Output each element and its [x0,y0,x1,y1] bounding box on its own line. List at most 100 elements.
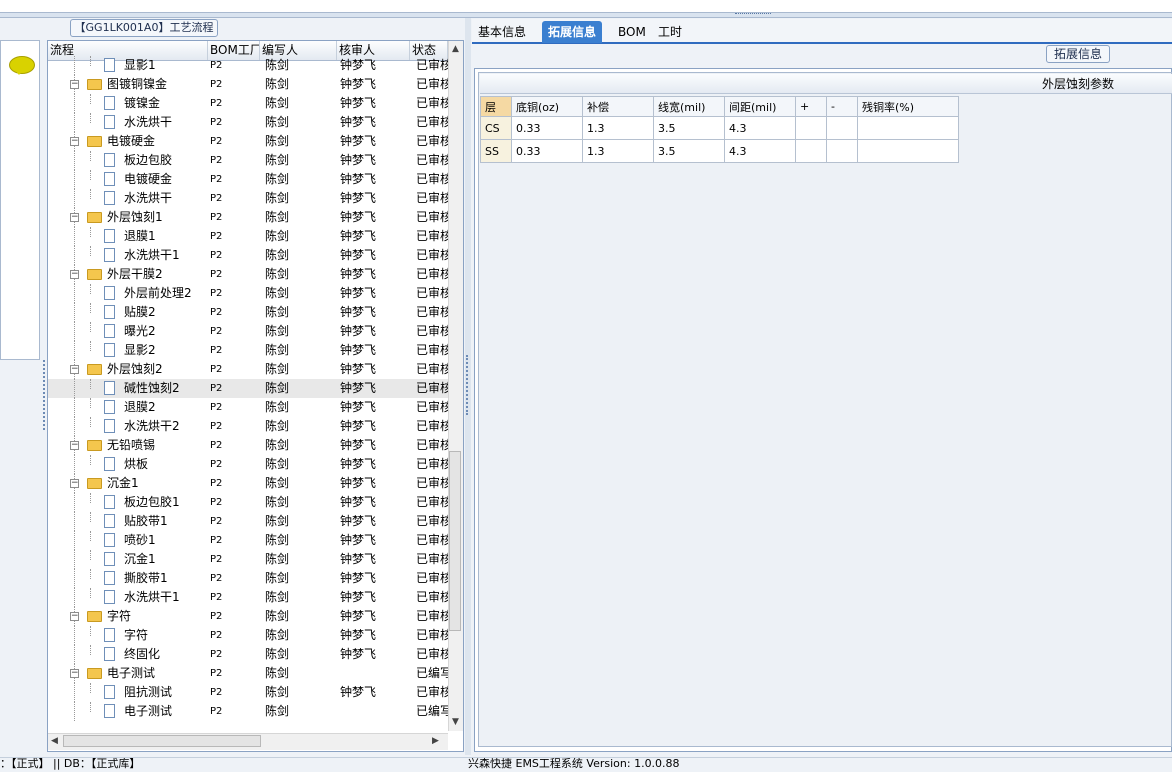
etch-col-header[interactable]: + [795,96,827,117]
tab-basic-info[interactable]: 基本信息 [472,21,532,43]
tree-row[interactable]: 水洗烘干2 P2 陈剑 钟梦飞 已审核 [48,417,448,436]
etch-value-cell[interactable]: 1.3 [582,139,654,163]
etch-value-cell[interactable] [857,116,959,140]
etch-col-header[interactable]: 线宽(mil) [653,96,725,117]
writer-cell: 陈剑 [265,248,290,262]
etch-col-header[interactable]: 残铜率(%) [857,96,959,117]
etch-value-cell[interactable]: 4.3 [724,116,796,140]
top-splitter[interactable] [0,12,1172,18]
vertical-scroll-thumb[interactable] [449,451,461,631]
tree-row[interactable]: 板边包胶 P2 陈剑 钟梦飞 已审核 [48,151,448,170]
tree-row[interactable]: 显影2 P2 陈剑 钟梦飞 已审核 [48,341,448,360]
scroll-right-icon[interactable]: ▶ [432,736,439,746]
etch-col-header[interactable]: 间距(mil) [724,96,796,117]
collapse-icon[interactable]: − [70,479,79,488]
tree-node-label: 外层蚀刻2 [107,362,163,376]
tree-row[interactable]: − 无铅喷锡 P2 陈剑 钟梦飞 已审核 [48,436,448,455]
etch-value-cell[interactable] [795,139,827,163]
writer-cell: 陈剑 [265,495,290,509]
etch-row[interactable]: CS 0.33 1.3 3.5 4.3 [480,116,959,140]
top-bar [0,0,1172,12]
tree-row[interactable]: 退膜2 P2 陈剑 钟梦飞 已审核 [48,398,448,417]
tree-row[interactable]: 显影1 P2 陈剑 钟梦飞 已审核 [48,56,448,75]
document-icon [104,58,115,72]
tree-row[interactable]: 烘板 P2 陈剑 钟梦飞 已审核 [48,455,448,474]
tree-line [90,683,91,693]
scroll-left-icon[interactable]: ◀ [51,736,58,746]
tree-row[interactable]: 退膜1 P2 陈剑 钟梦飞 已审核 [48,227,448,246]
tree-row[interactable]: − 外层蚀刻1 P2 陈剑 钟梦飞 已审核 [48,208,448,227]
tree-row[interactable]: − 外层蚀刻2 P2 陈剑 钟梦飞 已审核 [48,360,448,379]
collapse-icon[interactable]: − [70,270,79,279]
etch-value-cell[interactable]: 0.33 [511,139,583,163]
etch-row[interactable]: SS 0.33 1.3 3.5 4.3 [480,139,959,163]
collapse-icon[interactable]: − [70,441,79,450]
layer-cell[interactable]: SS [480,139,512,163]
collapse-icon[interactable]: − [70,80,79,89]
tree-row[interactable]: 曝光2 P2 陈剑 钟梦飞 已审核 [48,322,448,341]
etch-value-cell[interactable]: 3.5 [653,139,725,163]
etch-value-cell[interactable]: 1.3 [582,116,654,140]
collapse-icon[interactable]: − [70,137,79,146]
tree-row[interactable]: 阻抗测试 P2 陈剑 钟梦飞 已审核 [48,683,448,702]
tree-row[interactable]: 水洗烘干1 P2 陈剑 钟梦飞 已审核 [48,246,448,265]
collapse-icon[interactable]: − [70,669,79,678]
tree-row[interactable]: 碱性蚀刻2 P2 陈剑 钟梦飞 已审核 [48,379,448,398]
layer-cell[interactable]: CS [480,116,512,140]
tree-row[interactable]: − 沉金1 P2 陈剑 钟梦飞 已审核 [48,474,448,493]
tree-row[interactable]: 终固化 P2 陈剑 钟梦飞 已审核 [48,645,448,664]
scroll-down-icon[interactable]: ▼ [452,717,459,727]
etch-value-cell[interactable] [795,116,827,140]
tree-row[interactable]: 电子测试 P2 陈剑 已编写 [48,702,448,721]
tab-work-hours[interactable]: 工时 [652,21,688,43]
etch-col-header[interactable]: 层 [480,96,512,117]
tree-leaf-label: 退膜1 [124,229,156,243]
tree-row[interactable]: 撕胶带1 P2 陈剑 钟梦飞 已审核 [48,569,448,588]
tree-line [74,322,75,341]
collapse-icon[interactable]: − [70,213,79,222]
tree-row[interactable]: 水洗烘干1 P2 陈剑 钟梦飞 已审核 [48,588,448,607]
tree-row[interactable]: 水洗烘干 P2 陈剑 钟梦飞 已审核 [48,113,448,132]
etch-params-title: 外层蚀刻参数 [480,74,1172,94]
tab-extended-info[interactable]: 拓展信息 [542,21,603,43]
tree-row[interactable]: 外层前处理2 P2 陈剑 钟梦飞 已审核 [48,284,448,303]
tree-leaf-label: 终固化 [124,647,161,661]
document-icon [104,172,115,186]
status-cell: 已审核 [416,381,448,395]
tree-row[interactable]: 字符 P2 陈剑 钟梦飞 已审核 [48,626,448,645]
tree-line [74,417,75,436]
tab-bom[interactable]: BOM [612,21,652,43]
scroll-up-icon[interactable]: ▲ [452,44,459,54]
etch-value-cell[interactable]: 0.33 [511,116,583,140]
tree-row[interactable]: − 电子测试 P2 陈剑 已编写 [48,664,448,683]
writer-cell: 陈剑 [265,153,290,167]
side-panel [0,40,40,360]
etch-value-cell[interactable]: 3.5 [653,116,725,140]
tree-row[interactable]: − 外层干膜2 P2 陈剑 钟梦飞 已审核 [48,265,448,284]
tree-row[interactable]: 板边包胶1 P2 陈剑 钟梦飞 已审核 [48,493,448,512]
etch-value-cell[interactable]: 4.3 [724,139,796,163]
tree-row[interactable]: − 字符 P2 陈剑 钟梦飞 已审核 [48,607,448,626]
tree-row[interactable]: 水洗烘干 P2 陈剑 钟梦飞 已审核 [48,189,448,208]
etch-value-cell[interactable] [857,139,959,163]
status-db: ：【正式】 || DB：【正式库】 [0,757,141,770]
etch-col-header[interactable]: 底铜(oz) [511,96,583,117]
etch-col-header[interactable]: - [826,96,858,117]
horizontal-scroll-thumb[interactable] [63,735,261,747]
collapse-icon[interactable]: − [70,365,79,374]
tree-row[interactable]: 沉金1 P2 陈剑 钟梦飞 已审核 [48,550,448,569]
reviewer-cell: 钟梦飞 [340,647,377,661]
tree-row[interactable]: − 图镀铜镍金 P2 陈剑 钟梦飞 已审核 [48,75,448,94]
tree-row[interactable]: 贴胶带1 P2 陈剑 钟梦飞 已审核 [48,512,448,531]
tree-row[interactable]: 镀镍金 P2 陈剑 钟梦飞 已审核 [48,94,448,113]
tree-row[interactable]: − 电镀硬金 P2 陈剑 钟梦飞 已审核 [48,132,448,151]
tree-row[interactable]: 喷砂1 P2 陈剑 钟梦飞 已审核 [48,531,448,550]
document-icon [104,191,115,205]
etch-col-header[interactable]: 补偿 [582,96,654,117]
collapse-icon[interactable]: − [70,612,79,621]
tree-row[interactable]: 电镀硬金 P2 陈剑 钟梦飞 已审核 [48,170,448,189]
etch-value-cell[interactable] [826,116,858,140]
tree-row[interactable]: 贴膜2 P2 陈剑 钟梦飞 已审核 [48,303,448,322]
tree-leaf-label: 镀镍金 [124,96,161,110]
etch-value-cell[interactable] [826,139,858,163]
